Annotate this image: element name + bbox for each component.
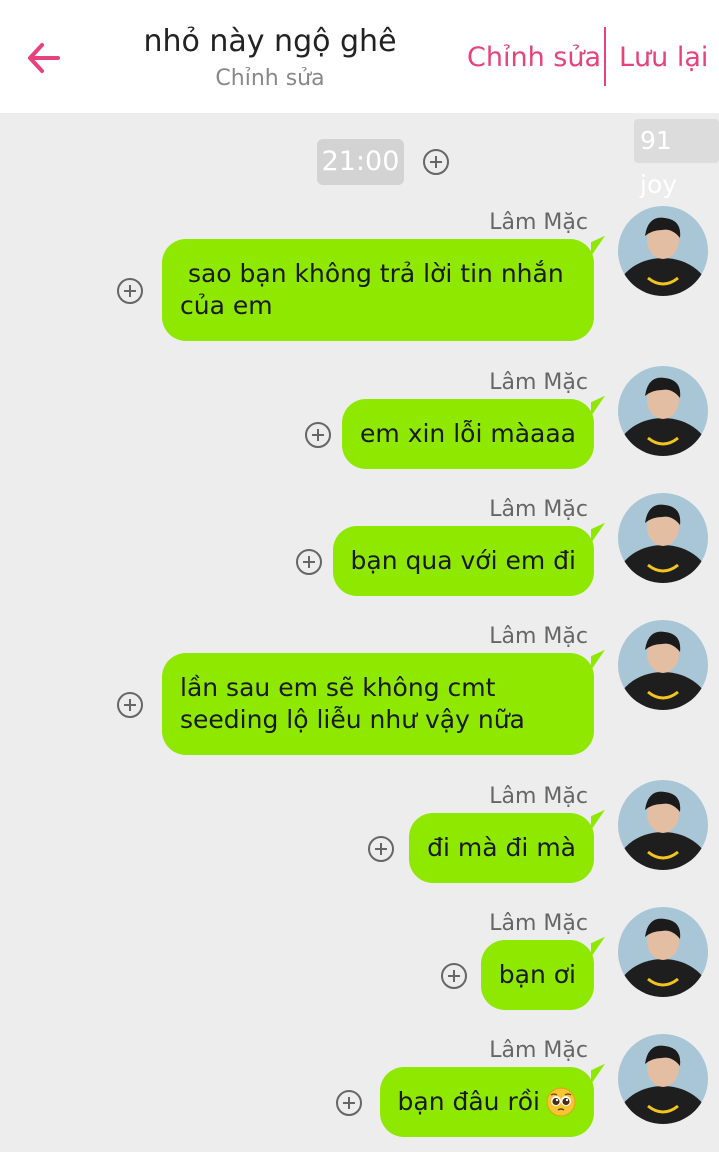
- edit-button[interactable]: Chỉnh sửa: [467, 42, 601, 73]
- avatar[interactable]: [618, 493, 708, 583]
- sender-name: Lâm Mặc: [489, 1038, 588, 1063]
- add-icon[interactable]: [117, 278, 143, 304]
- sender-name: Lâm Mặc: [489, 784, 588, 809]
- message-bubble[interactable]: bạn ơi: [480, 940, 594, 1010]
- add-icon[interactable]: [423, 149, 449, 175]
- message-bubble[interactable]: bạn đâu rồi: [379, 1067, 594, 1137]
- message-bubble[interactable]: đi mà đi mà: [409, 813, 594, 883]
- message-text: bạn ơi: [498, 960, 576, 989]
- message-text: bạn qua với em đi: [350, 546, 576, 575]
- sender-name: Lâm Mặc: [489, 370, 588, 395]
- timestamp-pill[interactable]: 21:00: [317, 139, 404, 185]
- message-text: em xin lỗi màaaa: [360, 419, 576, 448]
- add-icon[interactable]: [117, 692, 143, 718]
- message-bubble[interactable]: em xin lỗi màaaa: [342, 399, 594, 469]
- chat-title: nhỏ này ngộ ghê: [143, 24, 397, 59]
- save-button[interactable]: Lưu lại: [619, 42, 708, 73]
- back-arrow-icon[interactable]: [22, 36, 66, 80]
- message-text-line: seeding lộ liễu như vậy nữa: [180, 705, 525, 734]
- sender-name: Lâm Mặc: [489, 497, 588, 522]
- avatar[interactable]: [618, 620, 708, 710]
- add-icon[interactable]: [441, 963, 467, 989]
- add-icon[interactable]: [368, 836, 394, 862]
- add-icon[interactable]: [296, 549, 322, 575]
- sender-name: Lâm Mặc: [489, 624, 588, 649]
- sender-name: Lâm Mặc: [489, 911, 588, 936]
- sender-name: Lâm Mặc: [489, 210, 588, 235]
- header-divider: [604, 27, 606, 86]
- add-icon[interactable]: [336, 1090, 362, 1116]
- message-bubble[interactable]: bạn qua với em đi: [332, 526, 594, 596]
- message-text: bạn đâu rồi: [397, 1087, 540, 1116]
- avatar[interactable]: [618, 206, 708, 296]
- add-icon[interactable]: [305, 422, 331, 448]
- pleading-face-icon: [546, 1087, 576, 1117]
- avatar[interactable]: [618, 366, 708, 456]
- message-text-line: lần sau em sẽ không cmt: [180, 673, 496, 702]
- watermark-badge: 91 joy: [634, 119, 719, 199]
- message-bubble[interactable]: sao bạn không trả lời tin nhắn của em: [162, 239, 594, 341]
- message-bubble[interactable]: lần sau em sẽ không cmt seeding lộ liễu …: [162, 653, 594, 755]
- chat-subtitle: Chỉnh sửa: [215, 66, 325, 91]
- avatar[interactable]: [618, 907, 708, 997]
- message-text-line: sao bạn không trả lời tin nhắn: [180, 259, 564, 288]
- message-text: đi mà đi mà: [427, 833, 576, 862]
- header-bar: nhỏ này ngộ ghê Chỉnh sửa Chỉnh sửa Lưu …: [0, 0, 719, 113]
- avatar[interactable]: [618, 780, 708, 870]
- avatar[interactable]: [618, 1034, 708, 1124]
- message-text-line: của em: [180, 291, 273, 320]
